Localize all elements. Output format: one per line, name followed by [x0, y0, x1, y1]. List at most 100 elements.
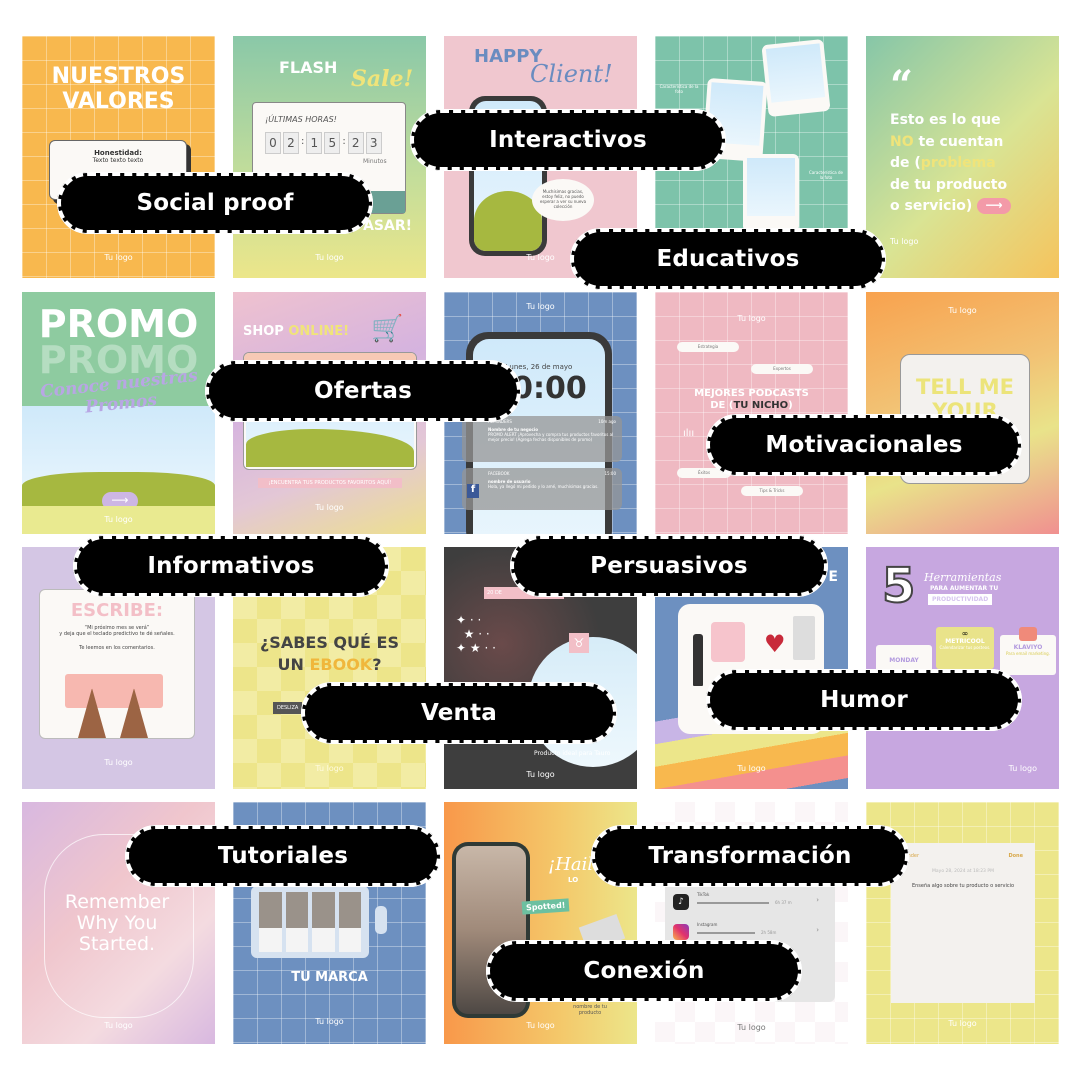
- logo-text: Tu logo: [890, 237, 919, 246]
- product-caption: Producto ideal para Tauro: [534, 750, 611, 757]
- label-persuasivos: Persuasivos: [510, 535, 828, 597]
- speech-bubble: Muchísimas gracias, estoy feliz, no pued…: [532, 179, 594, 221]
- tag: Tips & Tricks: [741, 486, 803, 496]
- chevron-right-icon: ›: [816, 926, 819, 934]
- logo-text: Tu logo: [104, 515, 133, 524]
- escribe-line: y deja que el teclado predictivo te dé s…: [59, 631, 175, 637]
- keyboard-illustration: [65, 674, 163, 708]
- label-ofertas: Ofertas: [205, 360, 521, 422]
- digit: 5: [324, 132, 341, 154]
- online-word: ONLINE!: [288, 324, 350, 339]
- photo-caption: Característica de la foto: [659, 84, 699, 94]
- notification-app: FACEBOOK 15:00: [488, 471, 616, 476]
- usage-time: 2h 58m: [761, 930, 777, 935]
- card-flash-sale: FLASH Sale! ¡ÚLTIMAS HORAS! 0 2 : 1 5 : …: [233, 36, 426, 278]
- usage-bar: [697, 932, 755, 934]
- digit: 1: [306, 132, 323, 154]
- logo-text: Tu logo: [737, 1023, 766, 1032]
- shop-title: SHOP ONLINE!: [243, 324, 349, 339]
- constellation: ✦ · · ★ · · ✦ ★ · ·: [456, 613, 496, 655]
- spotted-badge: Spotted!: [521, 898, 570, 915]
- usage-time: 6h 37 m: [775, 900, 792, 905]
- label-motivacionales: Motivacionales: [706, 414, 1022, 476]
- tag: Estrategia: [677, 342, 739, 352]
- hailey-title: ¡Hail: [548, 854, 594, 875]
- brand-title: TU MARCA: [291, 970, 368, 985]
- notification-app: REMINDERS 10m ago: [488, 419, 616, 424]
- slide-button[interactable]: DESLIZA: [273, 702, 303, 714]
- taurus-icon: ♉: [569, 633, 589, 653]
- metricool-icon: ∞: [961, 629, 969, 638]
- photo-caption: Característica de la foto: [808, 170, 843, 180]
- audio-wave-icon: ılıı: [683, 428, 695, 439]
- app-name: Instagram: [697, 922, 718, 927]
- logo-text: Tu logo: [526, 1021, 555, 1030]
- tool-name: METRICOOL: [945, 638, 985, 645]
- digit: 2: [283, 132, 299, 154]
- digit: 2: [347, 132, 364, 154]
- cream-tube: [793, 616, 815, 660]
- logo-text: Tu logo: [104, 253, 133, 262]
- wine-bottle: [693, 634, 703, 686]
- product-tube: [338, 892, 361, 952]
- product-tube: [259, 892, 282, 952]
- quote-highlight: NO: [890, 133, 914, 150]
- logo-text: Tu logo: [948, 1019, 977, 1028]
- podcast-subtitle: DE (TU NICHO): [710, 400, 793, 411]
- reminder-date: Mayo 28, 2024 at 18:23 PM: [932, 869, 994, 874]
- client-title: Client!: [530, 60, 613, 88]
- minutes-label: Minutos: [363, 158, 387, 165]
- quote-span: te cuentan: [913, 133, 1004, 150]
- facebook-icon: f: [467, 484, 479, 498]
- notification-text: PROMO ALERT ¡Aprovecha y compra tus prod…: [488, 432, 614, 442]
- quote-line: de (problema: [890, 153, 1011, 175]
- hill: [246, 429, 414, 467]
- logo-text: Tu logo: [315, 1017, 344, 1026]
- remember-text: Remember Why You Started.: [64, 891, 170, 955]
- escribe-line: Te leemos en los comentarios.: [79, 645, 155, 651]
- card-nuestros-valores: NUESTROS VALORES Honestidad: Texto texto…: [22, 36, 215, 278]
- logo-text: Tu logo: [315, 253, 344, 262]
- logo-text: Tu logo: [315, 764, 344, 773]
- card-quote: “ Esto es lo que NO te cuentan de (probl…: [866, 36, 1059, 278]
- label-tutoriales: Tutoriales: [125, 825, 441, 887]
- escribe-box: ESCRIBE: “Mi próximo mes se verá” y deja…: [39, 589, 195, 739]
- polaroid: [743, 154, 799, 232]
- digit: 3: [365, 132, 382, 154]
- tools-subtitle: PARA AUMENTAR TU: [930, 585, 999, 592]
- label-educativos: Educativos: [570, 228, 886, 290]
- footer-text: ASAR!: [363, 218, 412, 234]
- card-title: NUESTROS VALORES: [51, 64, 186, 114]
- separator: :: [301, 136, 305, 147]
- quote-line: de tu producto: [890, 176, 1008, 193]
- klaviyo-icon: [1019, 627, 1037, 641]
- tool-desc: Para email marketing.: [1005, 651, 1050, 656]
- sale-title: Sale!: [351, 66, 414, 92]
- banner-text: ¡ENCUENTRA TUS PRODUCTOS FAVORITOS AQUÍ!: [258, 478, 402, 488]
- app-row[interactable]: ♪ TikTok 6h 37 m ›: [671, 890, 829, 916]
- label-informativos: Informativos: [73, 535, 389, 597]
- quote-mark-icon: “: [890, 62, 914, 109]
- done-button[interactable]: Done: [1008, 853, 1023, 859]
- logo-text: Tu logo: [948, 306, 977, 315]
- shopping-cart-icon: 🛒: [371, 314, 404, 344]
- reminder-note: Reminder Done Mayo 28, 2024 at 18:23 PM …: [891, 843, 1035, 1003]
- tool-name: MONDAY: [889, 657, 919, 664]
- shop-word: SHOP: [243, 324, 289, 339]
- hailey-subtitle: LO: [568, 876, 579, 884]
- photo: [765, 43, 826, 103]
- product-tube: [312, 892, 335, 952]
- quote-line: Esto es lo que: [890, 112, 1001, 128]
- arrow-right-icon[interactable]: ⟶: [977, 198, 1012, 214]
- tag: Expertos: [751, 364, 813, 374]
- reminder-text: Enseña algo sobre tu producto o servicio: [911, 883, 1015, 889]
- usage-bar: [697, 902, 769, 904]
- label-venta: Venta: [301, 682, 617, 744]
- polaroid: [761, 38, 831, 118]
- flash-title: FLASH: [279, 58, 338, 77]
- photo: [747, 158, 795, 216]
- quote-span: o servicio): [890, 198, 973, 214]
- tool-card-klaviyo: KLAVIYO Para email marketing.: [1000, 627, 1056, 675]
- notification[interactable]: f FACEBOOK 15:00 nombre de usuario Hola, …: [462, 468, 622, 510]
- notification[interactable]: REMINDERS 10m ago Nombre de tu negocio PR…: [462, 416, 622, 462]
